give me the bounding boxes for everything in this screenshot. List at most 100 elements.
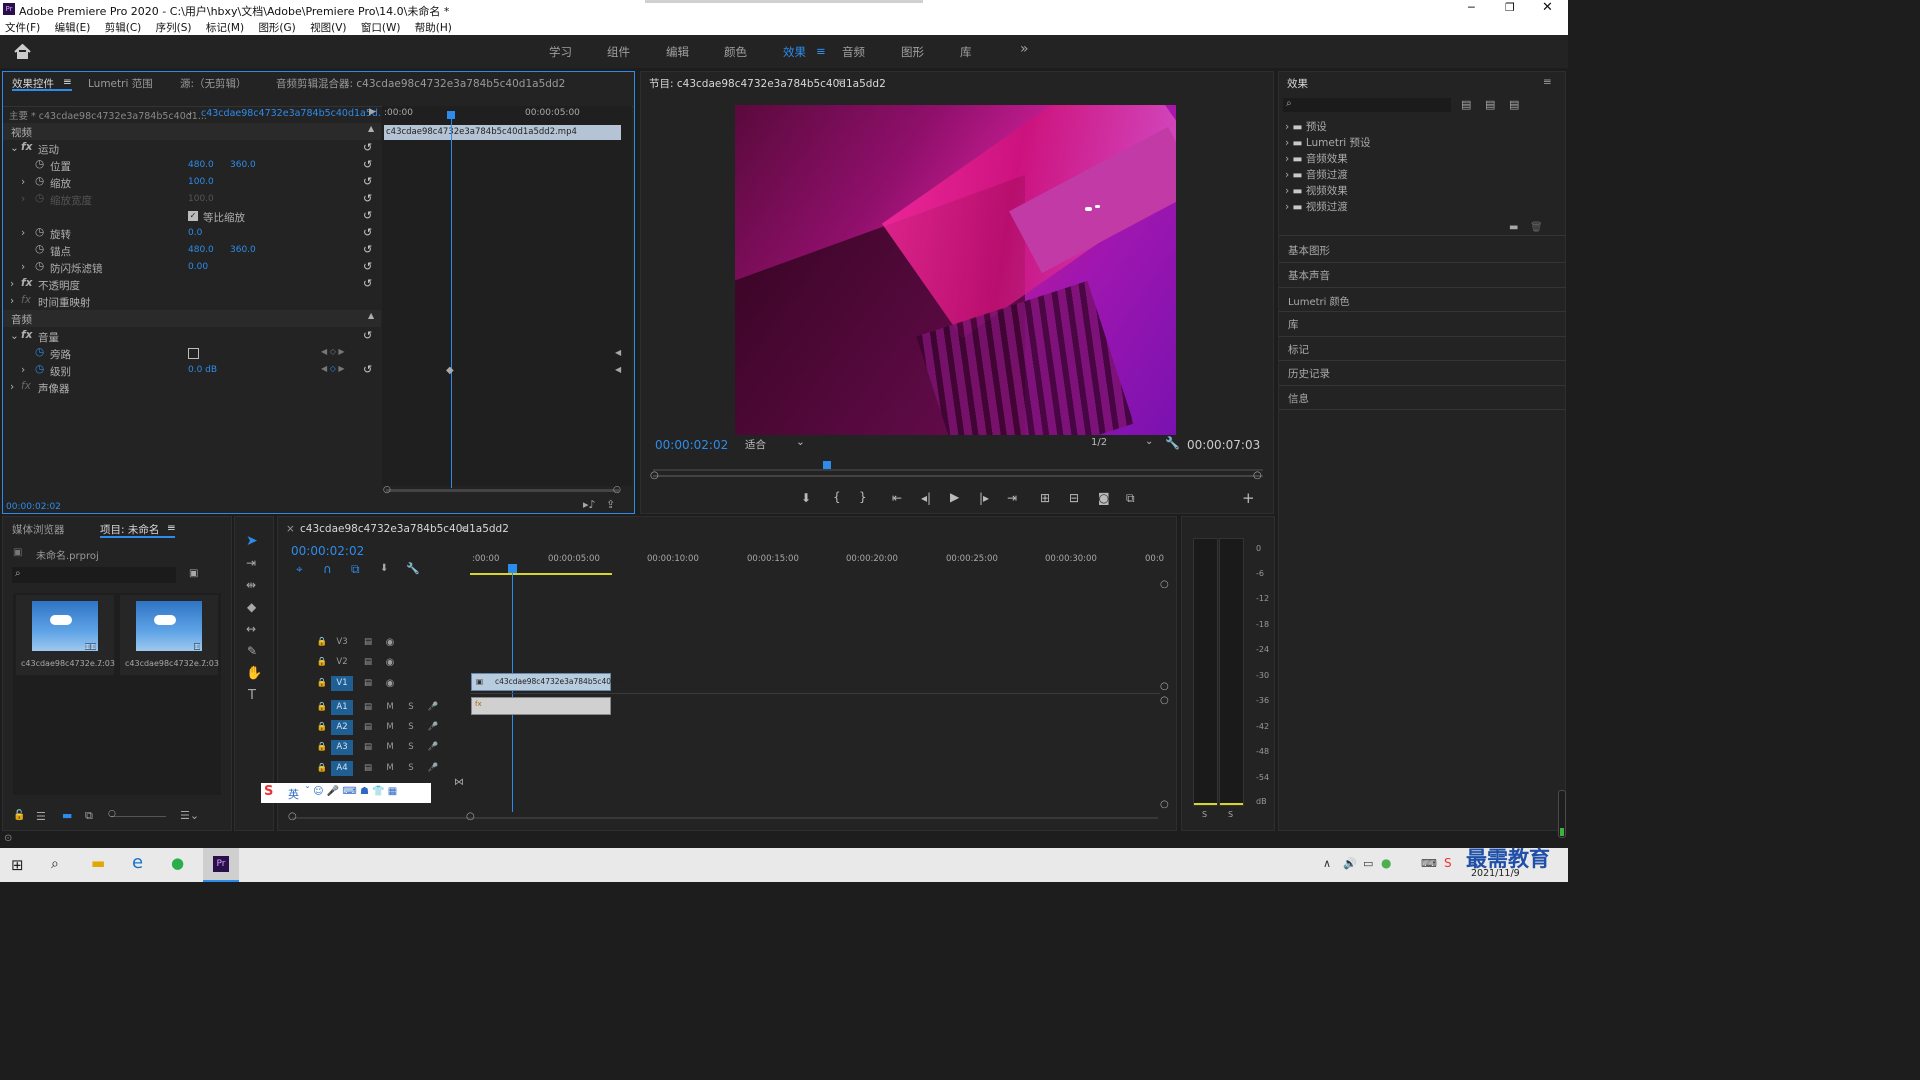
step-forward-icon[interactable]: |▸ [979,491,989,505]
new-bin-icon[interactable]: ▣ [189,568,198,579]
keyframe-icon[interactable]: ◆ [446,365,454,376]
track-a3[interactable]: 🔒 A3 ▤ M S 🎤 [306,737,471,757]
effects-panel-title[interactable]: 效果 [1287,76,1308,91]
razor-tool-icon[interactable]: ◆ [247,600,256,614]
extract-icon[interactable]: ⊟ [1069,491,1079,505]
menu-clip[interactable]: 剪辑(C) [105,22,142,34]
reset-icon[interactable]: ↺ [363,141,372,154]
workspace-learn[interactable]: 学习 [549,44,572,60]
thumbnail[interactable]: ▥ [136,601,202,651]
effect-timecode[interactable]: 00:00:02:02 [6,502,61,512]
minimize-button[interactable]: ─ [1468,1,1475,14]
section-libraries[interactable]: 库 [1288,317,1299,332]
track-v2[interactable]: 🔒 V2 ▤ ◉ [306,652,471,672]
ime-toolbar[interactable]: S 英 ˇ ☺ 🎤 ⌨ ☗ 👕 ▦ [261,783,431,803]
security-icon[interactable]: ● [1381,856,1391,870]
reset-icon[interactable]: ↺ [363,243,372,256]
selection-tool-icon[interactable]: ➤ [246,533,258,549]
stopwatch-icon[interactable]: ◷ [35,260,44,272]
new-folder-icon[interactable]: ▬ [1509,222,1518,233]
stopwatch-icon[interactable]: ◷ [35,346,44,358]
file-explorer-icon[interactable]: ▬ [91,854,105,872]
panel-menu-icon[interactable]: ≡ [1543,76,1552,88]
track-a2[interactable]: 🔒 A2 ▤ M S 🎤 [306,717,471,737]
project-item-2[interactable]: ▥ c43cdae98c4732e... 7:03 [120,595,219,675]
step-back-icon[interactable]: ◂| [921,491,931,505]
level-row[interactable]: › ◷ 级别 0.0 dB ◀ ◇ ▶ ↺ [3,362,381,379]
fit-dropdown[interactable]: 适合 ⌄ [739,436,807,452]
tab-project[interactable]: 项目: 未命名 [100,522,159,537]
audio-clip[interactable]: fx [471,697,611,715]
project-search-input[interactable]: ⌕ [12,567,176,583]
tab-audio-clip-mixer[interactable]: 音频剪辑混合器: c43cdae98c4732e3a784b5c40d1a5dd… [276,76,565,91]
keyframe-nav[interactable]: ◀ ◇ ▶ [321,364,345,373]
track-height-icon[interactable]: ⋈ [454,777,464,788]
antiflicker-row[interactable]: › ◷ 防闪烁滤镜 0.00 ↺ [3,259,381,276]
section-info[interactable]: 信息 [1288,391,1309,406]
workspace-audio[interactable]: 音频 [842,44,865,60]
workspace-effects[interactable]: 效果 [783,44,806,60]
track-v1[interactable]: 🔒 V1 ▤ ◉ [306,673,471,693]
scroll-handle[interactable]: ○ [1160,579,1169,590]
go-to-in-icon[interactable]: ⇤ [892,491,902,505]
stopwatch-icon[interactable]: ◷ [35,363,44,375]
lock-icon[interactable]: 🔓 [13,810,25,821]
keyframe-nav[interactable]: ◀ ◇ ▶ [321,347,345,356]
scroll-handle[interactable]: ○ [288,811,297,822]
effect-timeline[interactable]: :00:00 00:00:05:00 c43cdae98c4732e3a784b… [382,106,632,488]
zoom-slider[interactable] [111,816,166,817]
folder-video-transitions[interactable]: › ▬ 视频过渡 [1285,199,1348,214]
reset-icon[interactable]: ↺ [363,226,372,239]
timeline-settings-icon[interactable]: 🔧 [406,562,420,575]
compare-view-icon[interactable]: ⧉ [1126,491,1135,506]
fx-icon[interactable]: fx [21,277,32,289]
menu-help[interactable]: 帮助(H) [415,22,452,34]
menu-graphics[interactable]: 图形(G) [258,22,295,34]
track-a1[interactable]: 🔒 A1 ▤ M S 🎤 [306,697,471,717]
reset-icon[interactable]: ↺ [363,209,372,222]
panel-menu-icon[interactable]: ≡ [167,522,176,534]
video-clip[interactable]: ▣ c43cdae98c4732e3a784b5c40d1a [471,673,625,691]
tab-source[interactable]: 源:（无剪辑） [180,76,247,91]
tab-media-browser[interactable]: 媒体浏览器 [12,522,65,537]
section-history[interactable]: 历史记录 [1288,366,1330,381]
keyboard-icon[interactable]: ⌨ [1421,857,1437,870]
windows-start-icon[interactable]: ⊞ [11,856,24,874]
maximize-button[interactable]: ❐ [1505,1,1515,14]
section-essential-sound[interactable]: 基本声音 [1288,268,1330,283]
anchor-row[interactable]: ◷ 锚点 480.0 360.0 ↺ [3,242,381,259]
timeline-ruler[interactable]: :00:00 00:00:05:00 00:00:10:00 00:00:15:… [470,553,1170,577]
stopwatch-icon[interactable]: ◷ [35,226,44,238]
timeline-h-scrollbar[interactable] [292,817,1158,819]
more-workspaces-icon[interactable]: » [1020,41,1029,57]
menu-markers[interactable]: 标记(M) [206,22,244,34]
scroll-handle[interactable]: ○ [1160,681,1169,692]
track-a4[interactable]: 🔒 A4 ▤ M S 🎤 [306,758,471,778]
thumbnail[interactable]: ▥▥ [32,601,98,651]
workspace-libraries[interactable]: 库 [960,44,972,60]
stopwatch-icon[interactable]: ◷ [35,158,44,170]
reset-icon[interactable]: ↺ [363,175,372,188]
volume-row[interactable]: ⌄ fx 音量 ↺ [3,328,381,345]
section-essential-graphics[interactable]: 基本图形 [1288,243,1330,258]
solo-right-button[interactable]: S [1228,810,1233,819]
show-timeline-icon[interactable]: ▶ [369,107,376,117]
effects-search-input[interactable]: ⌕ [1283,98,1451,112]
reset-icon[interactable]: ↺ [363,277,372,290]
wechat-icon[interactable]: ● [171,854,184,872]
add-marker-icon[interactable]: ⬇ [380,563,388,574]
pen-tool-icon[interactable]: ✎ [247,644,257,658]
lift-icon[interactable]: ⊞ [1040,491,1050,505]
scroll-handle[interactable]: ○ [466,811,475,822]
clip-dropdown-icon[interactable]: ⌄ [186,108,194,118]
zoom-scrollbar[interactable] [386,489,619,492]
menu-edit[interactable]: 编辑(E) [55,22,91,34]
bypass-checkbox[interactable] [188,348,199,359]
opacity-row[interactable]: › fx 不透明度 ↺ [3,276,381,293]
home-icon[interactable] [14,44,31,59]
volume-icon[interactable]: 🔊 [1343,857,1357,870]
rotation-row[interactable]: › ◷ 旋转 0.0 ↺ [3,225,381,242]
premiere-taskbar-button[interactable]: Pr [203,848,239,882]
panner-row[interactable]: › fx 声像器 [3,379,381,396]
scale-row[interactable]: › ◷ 缩放 100.0 ↺ [3,174,381,191]
